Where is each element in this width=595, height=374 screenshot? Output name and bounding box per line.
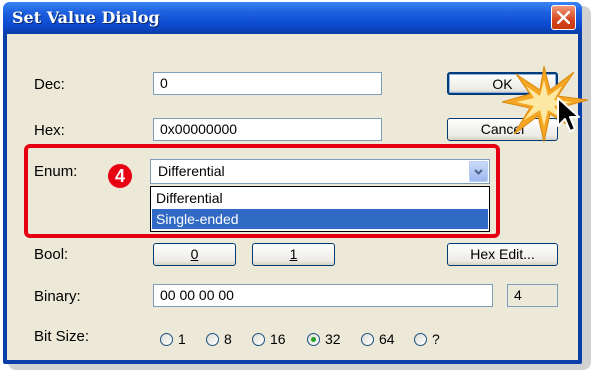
window-title: Set Value Dialog <box>12 8 160 27</box>
bool-false-label: 0 <box>190 246 199 262</box>
bitsize-option-label: 32 <box>325 331 341 347</box>
step-badge: 4 <box>108 164 132 188</box>
bool-label: Bool: <box>34 246 69 263</box>
selected-dot <box>311 337 316 342</box>
hex-input[interactable]: 0x00000000 <box>153 118 382 141</box>
bitsize-label: Bit Size: <box>34 328 90 345</box>
bitsize-option-label: 8 <box>224 331 232 347</box>
mouse-pointer-icon <box>557 97 580 132</box>
title-bar[interactable]: Set Value Dialog <box>3 2 582 34</box>
close-button[interactable] <box>551 5 576 30</box>
hex-edit-button[interactable]: Hex Edit... <box>447 243 558 266</box>
dec-input[interactable]: 0 <box>153 72 382 95</box>
hex-label: Hex: <box>34 122 65 139</box>
highlight-frame <box>24 144 500 238</box>
bitsize-option-label: ? <box>432 331 440 347</box>
binary-label: Binary: <box>34 288 81 305</box>
binary-byte-count: 4 <box>507 284 558 307</box>
bool-true-button[interactable]: 1 <box>252 243 335 266</box>
close-icon <box>557 11 570 24</box>
bool-true-label: 1 <box>289 246 298 262</box>
binary-input[interactable]: 00 00 00 00 <box>153 284 493 307</box>
dec-label: Dec: <box>34 76 65 93</box>
bitsize-option-label: 1 <box>178 331 186 347</box>
bitsize-option-label: 64 <box>379 331 395 347</box>
bool-false-button[interactable]: 0 <box>153 243 236 266</box>
bitsize-option-label: 16 <box>270 331 286 347</box>
